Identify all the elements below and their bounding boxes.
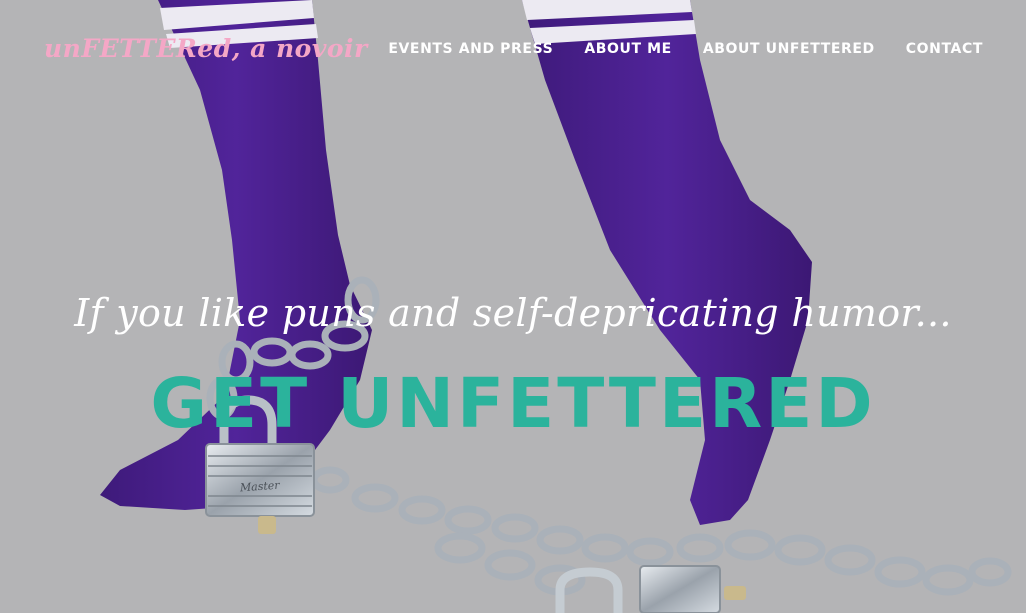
second-padlock-illustration (555, 565, 746, 613)
nav-link-events-and-press[interactable]: EVENTS AND PRESS (388, 41, 553, 57)
hero-tagline: If you like puns and self-depricating hu… (74, 291, 952, 335)
nav-menu: EVENTS AND PRESS ABOUT ME ABOUT UNFETTER… (388, 41, 983, 57)
top-navigation: unFETTERed, a novoir EVENTS AND PRESS AB… (0, 0, 1026, 100)
nav-link-contact[interactable]: CONTACT (906, 41, 983, 57)
nav-link-about-me[interactable]: ABOUT ME (584, 41, 672, 57)
hero-headline: GET UNFETTERED (150, 364, 876, 444)
nav-link-about-unfettered[interactable]: ABOUT UNFETTERED (703, 41, 875, 57)
site-logo-link[interactable]: unFETTERed, a novoir (44, 34, 368, 63)
hero-section: Master unFETTERed, a novoir EVENTS AND P… (0, 0, 1026, 613)
